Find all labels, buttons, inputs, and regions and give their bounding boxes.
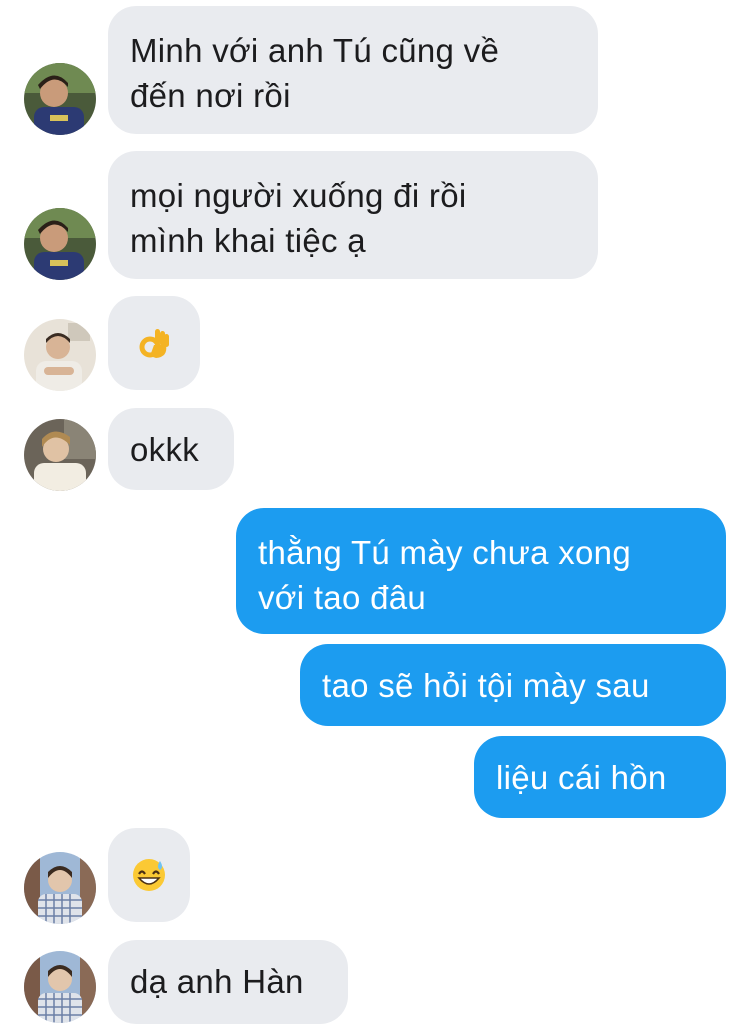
message-bubble-outgoing[interactable]: liệu cái hồn xyxy=(474,736,726,818)
avatar[interactable] xyxy=(24,208,96,280)
avatar[interactable] xyxy=(24,852,96,924)
avatar[interactable] xyxy=(24,319,96,391)
avatar[interactable] xyxy=(24,419,96,491)
message-bubble-incoming[interactable]: okkk xyxy=(108,408,234,490)
message-bubble-incoming[interactable] xyxy=(108,828,190,922)
message-bubble-incoming[interactable]: Minh với anh Tú cũng về đến nơi rồi xyxy=(108,6,598,134)
message-bubble-incoming[interactable]: mọi người xuống đi rồi mình khai tiệc ạ xyxy=(108,151,598,279)
chat-thread: Minh với anh Tú cũng về đến nơi rồi mọi … xyxy=(0,0,750,1035)
message-bubble-incoming[interactable] xyxy=(108,296,200,390)
avatar[interactable] xyxy=(24,63,96,135)
ok-hand-emoji xyxy=(139,329,169,358)
message-bubble-outgoing[interactable]: thằng Tú mày chưa xong với tao đâu xyxy=(236,508,726,634)
avatar[interactable] xyxy=(24,951,96,1023)
grinning-sweat-emoji xyxy=(133,859,165,891)
message-bubble-outgoing[interactable]: tao sẽ hỏi tội mày sau xyxy=(300,644,726,726)
message-bubble-incoming[interactable]: dạ anh Hàn xyxy=(108,940,348,1024)
